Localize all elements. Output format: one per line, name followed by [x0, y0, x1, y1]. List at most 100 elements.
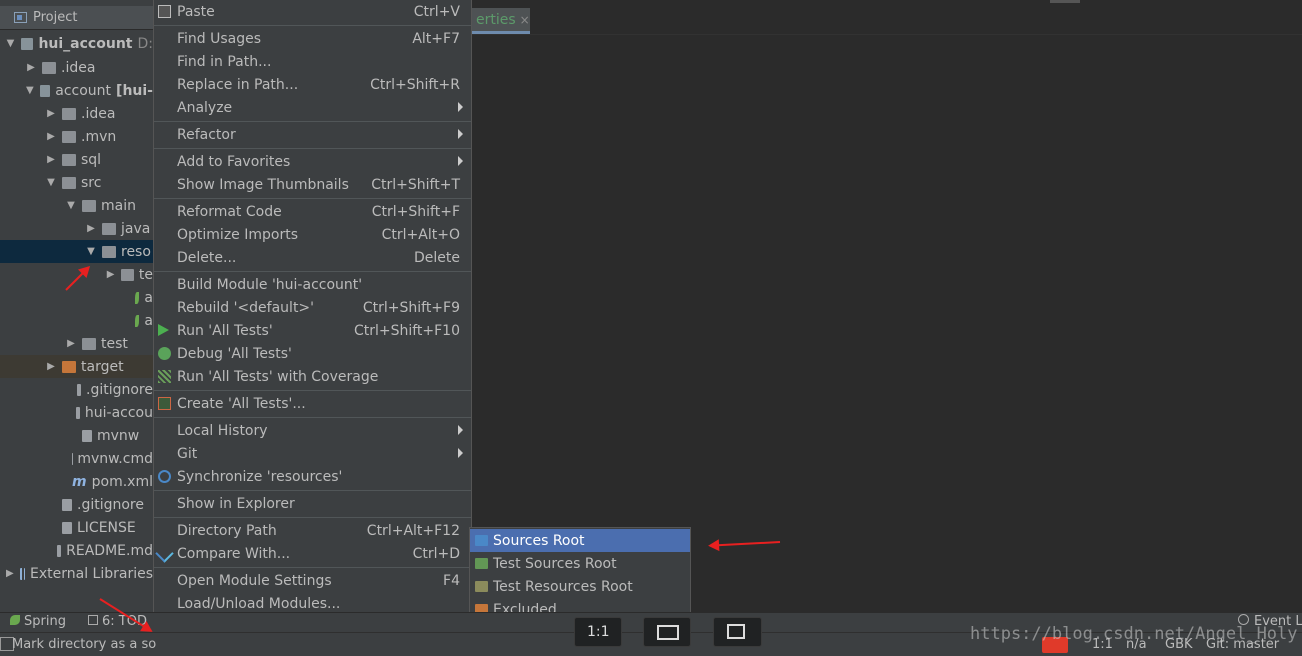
library-icon: [19, 567, 25, 580]
zoom-one-to-one-button[interactable]: 1:1: [574, 617, 622, 647]
tree-item[interactable]: ▶ .mvn: [0, 125, 153, 148]
module-folder-icon: [20, 37, 34, 50]
menu-item-create-all-tests[interactable]: Create 'All Tests'...: [154, 392, 471, 415]
tree-item[interactable]: ▼ reso: [0, 240, 153, 263]
menu-item-analyze[interactable]: Analyze: [154, 96, 471, 119]
file-icon: [56, 544, 62, 557]
menu-item-label: Analyze: [177, 99, 233, 116]
tree-item[interactable]: .gitignore: [0, 378, 153, 401]
tree-item-label: java: [121, 220, 151, 237]
crop-button[interactable]: [713, 617, 762, 647]
menu-item-delete[interactable]: Delete... Delete: [154, 246, 471, 269]
tree-item[interactable]: README.md: [0, 539, 153, 562]
chevron-right-icon[interactable]: ▶: [6, 568, 14, 579]
menu-item-find-in-path[interactable]: Find in Path...: [154, 50, 471, 73]
menu-item-shortcut: Ctrl+Shift+T: [371, 176, 460, 193]
menu-item-find-usages[interactable]: Find Usages Alt+F7: [154, 27, 471, 50]
chevron-right-icon[interactable]: ▶: [106, 269, 115, 280]
tree-item-label: src: [81, 174, 102, 191]
menu-item-build-module[interactable]: Build Module 'hui-account': [154, 273, 471, 296]
submenu-item-label: Test Resources Root: [493, 578, 633, 595]
module-folder-icon: [39, 84, 51, 97]
debug-icon: [158, 347, 171, 360]
menu-item-debug-all-tests[interactable]: Debug 'All Tests': [154, 342, 471, 365]
submenu-item-label: Sources Root: [493, 532, 585, 549]
close-icon[interactable]: ×: [520, 13, 530, 27]
tree-item[interactable]: ▼ src: [0, 171, 153, 194]
tree-item[interactable]: ▶ te: [0, 263, 153, 286]
spring-tool-button[interactable]: Spring: [10, 614, 66, 629]
tree-item[interactable]: ▼ account [hui-: [0, 79, 153, 102]
submenu-arrow-icon: [458, 129, 463, 139]
editor-tab[interactable]: erties ×: [470, 8, 530, 34]
tree-item[interactable]: .gitignore: [0, 493, 153, 516]
tree-item[interactable]: mvnw: [0, 424, 153, 447]
chevron-right-icon[interactable]: ▶: [46, 361, 56, 372]
chevron-down-icon[interactable]: ▼: [46, 177, 56, 188]
menu-item-paste[interactable]: Paste Ctrl+V: [154, 0, 471, 23]
tree-item[interactable]: a: [0, 309, 153, 332]
submenu-item-test-sources-root[interactable]: Test Sources Root: [470, 552, 690, 575]
menu-item-label: Show in Explorer: [177, 495, 295, 512]
chevron-right-icon[interactable]: ▶: [46, 154, 56, 165]
menu-item-local-history[interactable]: Local History: [154, 419, 471, 442]
coverage-icon: [158, 370, 171, 383]
tree-item[interactable]: ▶ java: [0, 217, 153, 240]
menu-item-open-module-settings[interactable]: Open Module Settings F4: [154, 569, 471, 592]
menu-item-run-with-coverage[interactable]: Run 'All Tests' with Coverage: [154, 365, 471, 388]
menu-item-refactor[interactable]: Refactor: [154, 123, 471, 146]
sync-icon: [158, 470, 171, 483]
menu-item-reformat-code[interactable]: Reformat Code Ctrl+Shift+F: [154, 200, 471, 223]
chevron-right-icon[interactable]: ▶: [66, 338, 76, 349]
tree-item[interactable]: ▶ External Libraries: [0, 562, 153, 585]
folder-icon: [475, 581, 488, 592]
chevron-right-icon[interactable]: ▶: [46, 108, 56, 119]
menu-item-run-all-tests[interactable]: Run 'All Tests' Ctrl+Shift+F10: [154, 319, 471, 342]
annotation-arrow-sources-root: [710, 541, 781, 547]
chevron-right-icon[interactable]: ▶: [46, 131, 56, 142]
tree-item[interactable]: ▶ sql: [0, 148, 153, 171]
chevron-down-icon[interactable]: ▼: [86, 246, 96, 257]
menu-item-add-to-favorites[interactable]: Add to Favorites: [154, 150, 471, 173]
tree-item[interactable]: ▶ .idea: [0, 56, 153, 79]
menu-item-show-image-thumbnails[interactable]: Show Image Thumbnails Ctrl+Shift+T: [154, 173, 471, 196]
folder-icon: [62, 176, 76, 189]
submenu-item-sources-root[interactable]: Sources Root: [470, 529, 690, 552]
folder-icon: [42, 61, 56, 74]
tree-item[interactable]: LICENSE: [0, 516, 153, 539]
menu-item-replace-in-path[interactable]: Replace in Path... Ctrl+Shift+R: [154, 73, 471, 96]
tree-item[interactable]: m pom.xml: [0, 470, 153, 493]
menu-item-show-in-explorer[interactable]: Show in Explorer: [154, 492, 471, 515]
menu-item-git[interactable]: Git: [154, 442, 471, 465]
tree-item[interactable]: a: [0, 286, 153, 309]
menu-item-compare-with[interactable]: Compare With... Ctrl+D: [154, 542, 471, 565]
chevron-right-icon[interactable]: ▶: [26, 62, 36, 73]
chevron-down-icon[interactable]: ▼: [26, 85, 34, 96]
menu-item-label: Compare With...: [177, 545, 291, 562]
tree-item[interactable]: ▶ .idea: [0, 102, 153, 125]
todo-icon: [88, 615, 98, 625]
tree-item[interactable]: ▼ hui_account D:: [0, 32, 153, 55]
menu-item-label: Replace in Path...: [177, 76, 299, 93]
folder-icon: [82, 337, 96, 350]
tree-item[interactable]: hui-accou: [0, 401, 153, 424]
menu-item-directory-path[interactable]: Directory Path Ctrl+Alt+F12: [154, 519, 471, 542]
submenu-item-test-resources-root[interactable]: Test Resources Root: [470, 575, 690, 598]
chevron-down-icon[interactable]: ▼: [6, 38, 15, 49]
submenu-arrow-icon: [458, 448, 463, 458]
fit-screen-button[interactable]: [643, 617, 691, 647]
chevron-right-icon[interactable]: ▶: [86, 223, 96, 234]
tree-item[interactable]: mvnw.cmd: [0, 447, 153, 470]
menu-item-label: Reformat Code: [177, 203, 282, 220]
menu-item-shortcut: Ctrl+D: [412, 545, 460, 562]
menu-item-shortcut: Ctrl+Shift+F9: [362, 299, 460, 316]
menu-item-rebuild[interactable]: Rebuild '<default>' Ctrl+Shift+F9: [154, 296, 471, 319]
chevron-down-icon[interactable]: ▼: [66, 200, 76, 211]
tree-item[interactable]: ▶ test: [0, 332, 153, 355]
file-icon: [76, 383, 81, 396]
menu-item-synchronize[interactable]: Synchronize 'resources': [154, 465, 471, 488]
project-panel-header[interactable]: Project: [0, 6, 153, 30]
tree-item[interactable]: ▼ main: [0, 194, 153, 217]
menu-item-optimize-imports[interactable]: Optimize Imports Ctrl+Alt+O: [154, 223, 471, 246]
tree-item[interactable]: ▶ target: [0, 355, 153, 378]
